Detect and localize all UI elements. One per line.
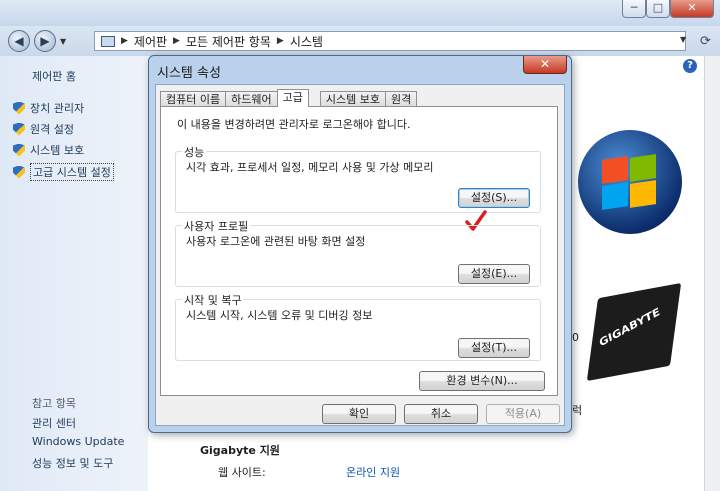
gigabyte-oem-logo: GIGABYTE [586,282,682,382]
logo-green-pane [630,154,656,182]
cancel-button[interactable]: 취소 [404,404,478,424]
user-profiles-description: 사용자 로그온에 관련된 바탕 화면 설정 [186,235,366,248]
sidebar-item-system-protection[interactable]: 시스템 보호 [13,142,84,158]
control-panel-icon [101,35,115,47]
chip-label: GIGABYTE [598,305,661,350]
system-properties-dialog: 시스템 속성 ✕ 컴퓨터 이름 하드웨어 고급 시스템 보호 원격 이 내용을 … [148,55,572,433]
forward-arrow-icon: ▶ [40,34,50,48]
maximize-icon: □ [652,1,664,14]
close-icon: ✕ [539,57,551,71]
startup-recovery-title: 시작 및 복구 [182,292,244,308]
see-also-performance-tools[interactable]: 성능 정보 및 도구 [32,455,113,471]
logo-red-pane [602,156,628,184]
tab-computer-name[interactable]: 컴퓨터 이름 [160,91,227,107]
dialog-title: 시스템 속성 [157,66,221,81]
refresh-icon[interactable]: ⟳ [700,34,711,49]
tab-system-protection[interactable]: 시스템 보호 [319,91,386,107]
apply-button[interactable]: 적용(A) [486,404,560,424]
sidebar-item-advanced-settings[interactable]: 고급 시스템 설정 [13,163,114,181]
sidebar-item-device-manager[interactable]: 장치 관리자 [13,100,84,116]
tab-advanced[interactable]: 고급 [276,89,309,107]
environment-variables-button[interactable]: 환경 변수(N)... [419,371,545,391]
startup-recovery-description: 시스템 시작, 시스템 오류 및 디버깅 정보 [186,309,373,322]
shield-icon [13,144,25,157]
help-icon[interactable]: ? [683,59,697,73]
chevron-right-icon[interactable]: ▶ [121,36,128,46]
back-button[interactable]: ◀ [8,30,30,52]
minimize-icon: ─ [630,1,638,14]
windows-logo [578,130,682,234]
shield-icon [13,166,25,179]
breadcrumb[interactable]: ▶ 제어판 ▶ 모든 제어판 항목 ▶ 시스템 [94,31,686,51]
tab-strip: 컴퓨터 이름 하드웨어 고급 시스템 보호 원격 [160,89,418,107]
advanced-tab-panel: 이 내용을 변경하려면 관리자로 로그온해야 합니다. 성능 시각 효과, 프로… [160,106,558,396]
support-heading: Gigabyte 지원 [200,444,280,457]
user-profiles-group: 사용자 프로필 사용자 로그온에 관련된 바탕 화면 설정 설정(E)... [175,218,541,287]
performance-title: 성능 [182,144,207,160]
dialog-close-button[interactable]: ✕ [523,56,567,74]
sidebar-item-label: 고급 시스템 설정 [30,163,114,181]
address-bar: ◀ ▶ ▼ ▶ 제어판 ▶ 모든 제어판 항목 ▶ 시스템 ▼ ⟳ [0,26,720,56]
website-label: 웹 사이트: [218,466,266,479]
admin-note: 이 내용을 변경하려면 관리자로 로그온해야 합니다. [177,118,411,131]
window-titlebar: ─ □ ✕ [0,0,720,26]
startup-recovery-group: 시작 및 복구 시스템 시작, 시스템 오류 및 디버깅 정보 설정(T)... [175,292,541,361]
obscured-text-fragment: 0 [572,331,579,344]
sidebar-item-remote-settings[interactable]: 원격 설정 [13,121,74,137]
vertical-scrollbar[interactable] [704,56,720,491]
recent-pages-dropdown-icon[interactable]: ▼ [60,37,66,46]
logo-yellow-pane [630,180,656,208]
chevron-right-icon[interactable]: ▶ [173,36,180,46]
see-also-heading: 참고 항목 [32,397,76,410]
breadcrumb-system[interactable]: 시스템 [290,33,323,50]
online-support-link[interactable]: 온라인 지원 [346,464,400,480]
control-panel-home-link[interactable]: 제어판 홈 [32,68,76,84]
tab-remote[interactable]: 원격 [384,91,418,107]
tab-hardware[interactable]: 하드웨어 [225,91,278,107]
performance-settings-button[interactable]: 설정(S)... [458,188,530,208]
address-dropdown-icon[interactable]: ▼ [680,35,686,44]
close-icon: ✕ [687,1,697,14]
ok-button[interactable]: 확인 [322,404,396,424]
chevron-right-icon[interactable]: ▶ [277,36,284,46]
startup-recovery-settings-button[interactable]: 설정(T)... [458,338,530,358]
minimize-button[interactable]: ─ [622,0,646,18]
shield-icon [13,102,25,115]
see-also-action-center[interactable]: 관리 센터 [32,415,76,431]
obscured-text-fragment: 럭 [572,404,583,417]
performance-description: 시각 효과, 프로세서 일정, 메모리 사용 및 가상 메모리 [186,161,434,174]
maximize-button[interactable]: □ [646,0,670,18]
user-profiles-settings-button[interactable]: 설정(E)... [458,264,530,284]
shield-icon [13,123,25,136]
see-also-windows-update[interactable]: Windows Update [32,435,124,448]
sidebar-item-label: 원격 설정 [30,123,74,136]
sidebar-item-label: 장치 관리자 [30,102,85,115]
close-button[interactable]: ✕ [670,0,714,18]
dialog-body: 컴퓨터 이름 하드웨어 고급 시스템 보호 원격 이 내용을 변경하려면 관리자… [155,84,565,426]
forward-button[interactable]: ▶ [34,30,56,52]
user-profiles-title: 사용자 프로필 [182,218,251,234]
breadcrumb-all-items[interactable]: 모든 제어판 항목 [186,33,271,50]
sidebar-item-label: 시스템 보호 [30,144,85,157]
performance-group: 성능 시각 효과, 프로세서 일정, 메모리 사용 및 가상 메모리 설정(S)… [175,144,541,213]
breadcrumb-control-panel[interactable]: 제어판 [134,33,167,50]
logo-blue-pane [602,182,628,210]
left-task-pane: 제어판 홈 장치 관리자 원격 설정 시스템 보호 고급 시스템 설정 참고 항… [0,56,148,491]
back-arrow-icon: ◀ [14,34,24,48]
